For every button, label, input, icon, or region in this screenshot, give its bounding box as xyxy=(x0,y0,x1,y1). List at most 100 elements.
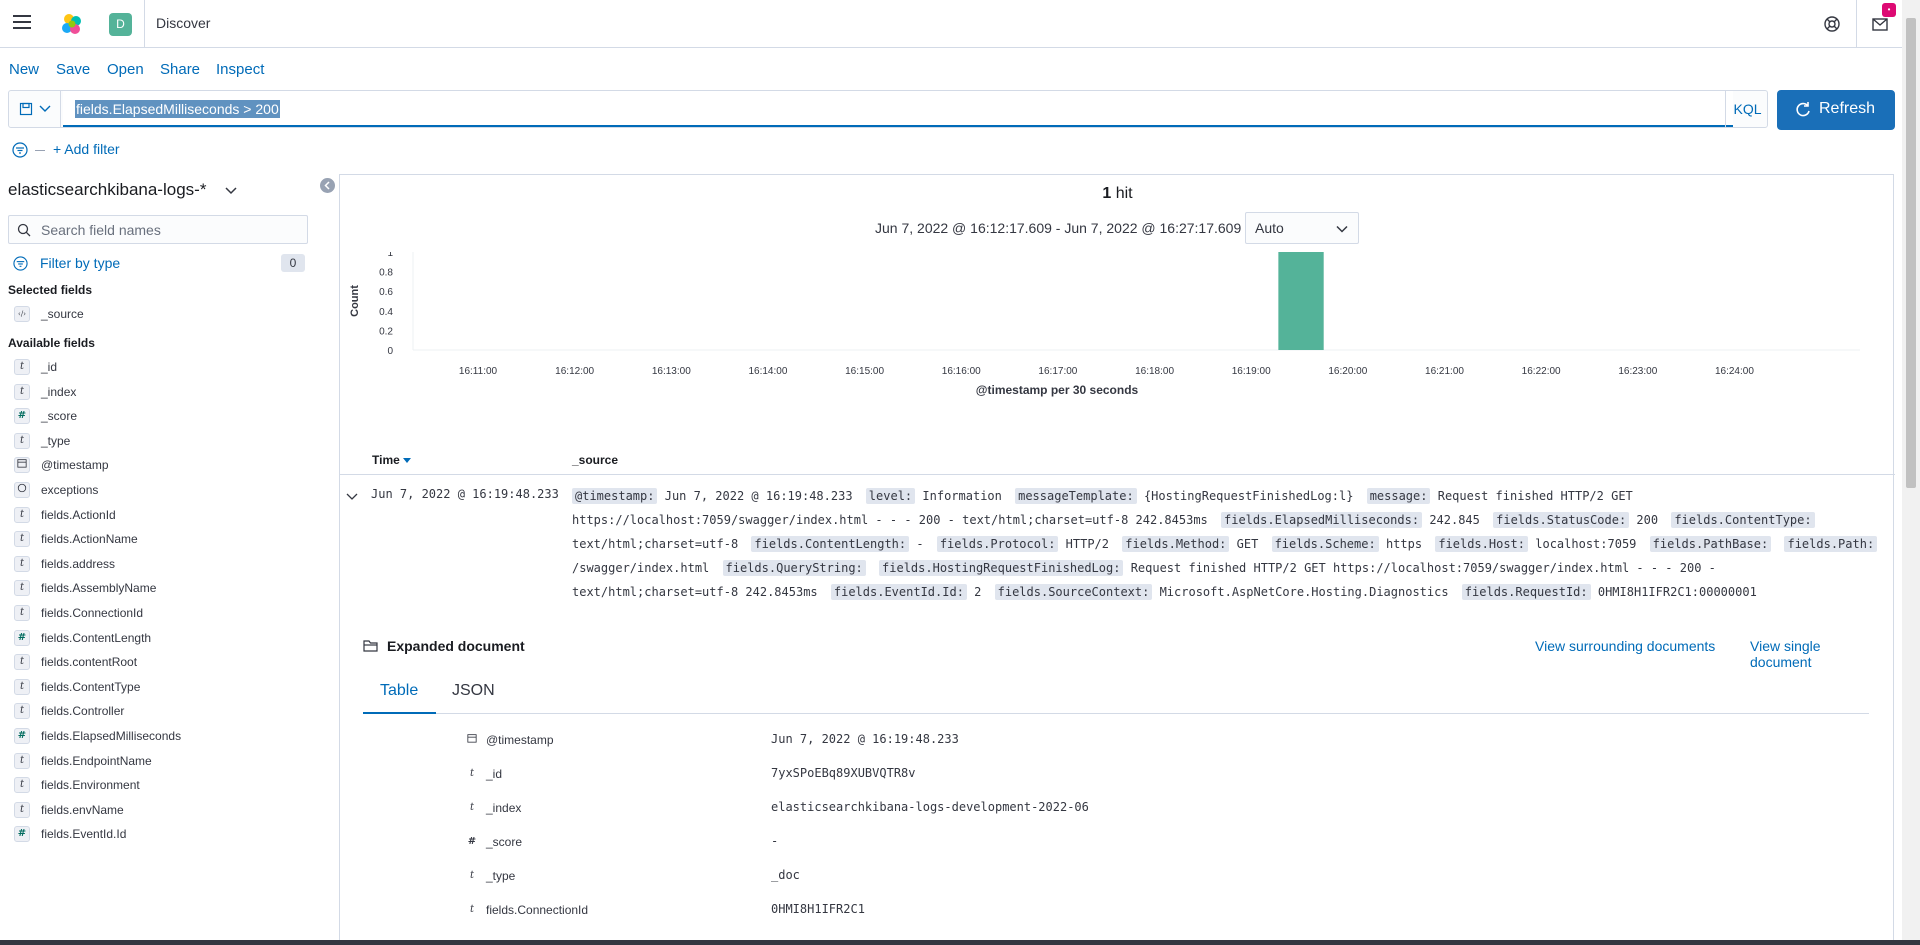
elastic-logo-icon[interactable] xyxy=(60,12,84,36)
field-item[interactable]: t fields.Controller xyxy=(14,700,334,724)
chevron-down-icon[interactable] xyxy=(224,184,238,198)
index-pattern-selector[interactable]: elasticsearchkibana-logs-* xyxy=(8,180,206,200)
field-item[interactable]: t fields.EndpointName xyxy=(14,750,334,774)
source-field-value: text/html;charset=utf-8 xyxy=(572,537,739,551)
add-filter-button[interactable]: + Add filter xyxy=(53,141,120,157)
chevron-down-icon[interactable] xyxy=(345,489,359,503)
field-name: fields.contentRoot xyxy=(41,655,138,670)
source-field-key: fields.QueryString: xyxy=(722,560,866,576)
filter-options-icon[interactable] xyxy=(12,142,28,158)
x-tick-label: 16:23:00 xyxy=(1618,366,1657,377)
y-tick-label: 0.8 xyxy=(379,268,393,279)
field-item[interactable]: # fields.ElapsedMilliseconds xyxy=(14,725,334,749)
source-field-key: fields.ContentLength: xyxy=(751,536,910,552)
doc-field-value: Jun 7, 2022 @ 16:19:48.233 xyxy=(771,732,959,746)
interval-select[interactable]: Auto xyxy=(1245,212,1359,244)
query-text[interactable]: fields.ElapsedMilliseconds > 200 xyxy=(75,100,280,118)
field-item[interactable]: t fields.ConnectionId xyxy=(14,602,334,626)
filter-separator xyxy=(35,150,45,151)
source-field-value: HTTP/2 xyxy=(1065,537,1110,551)
field-item[interactable]: t fields.ActionName xyxy=(14,528,334,552)
save-button[interactable]: Save xyxy=(56,61,90,78)
field-name: _index xyxy=(41,384,77,399)
refresh-button[interactable]: Refresh xyxy=(1777,90,1895,130)
field-item[interactable]: t fields.ActionId xyxy=(14,504,334,528)
string-type-icon: t xyxy=(14,432,30,449)
collapse-sidebar-button[interactable] xyxy=(320,178,335,193)
x-tick-label: 16:24:00 xyxy=(1715,366,1754,377)
field-item[interactable]: t fields.envName xyxy=(14,799,334,823)
doc-field-value: _doc xyxy=(771,868,800,882)
doc-field-name: _score xyxy=(486,835,523,849)
field-name: fields.ActionId xyxy=(41,507,116,522)
discover-main-panel: 1 hit Jun 7, 2022 @ 16:12:17.609 - Jun 7… xyxy=(339,174,1895,945)
tab-table[interactable]: Table xyxy=(380,682,418,700)
column-time-header[interactable]: Time xyxy=(372,453,412,467)
page-scrollbar[interactable] xyxy=(1902,0,1920,945)
top-header: D Discover • xyxy=(0,0,1902,48)
field-item[interactable]: # fields.ContentLength xyxy=(14,627,334,651)
inspect-button[interactable]: Inspect xyxy=(216,61,264,78)
histogram-chart: 0 0.2 0.4 0.6 0.8 1 16:11:00 16:12:00 16:13:00 16… xyxy=(349,252,1860,397)
tab-json[interactable]: JSON xyxy=(452,682,495,700)
field-item[interactable]: t fields.Environment xyxy=(14,774,334,798)
field-item[interactable]: t _id xyxy=(14,356,334,380)
query-input[interactable]: fields.ElapsedMilliseconds > 200 xyxy=(63,91,1733,127)
field-item[interactable]: # fields.EventId.Id xyxy=(14,823,334,847)
field-item[interactable]: t _type xyxy=(14,430,334,454)
field-item[interactable]: exceptions xyxy=(14,479,334,503)
field-item[interactable]: ‹/› _source xyxy=(14,303,334,327)
source-field-value: 0HMI8H1IFR2C1:00000001 xyxy=(1597,585,1757,599)
doc-table-header: Time _source xyxy=(340,445,1895,475)
string-type-icon: t xyxy=(14,605,30,621)
chevron-left-icon xyxy=(324,181,330,190)
share-button[interactable]: Share xyxy=(160,61,200,78)
source-field-key: fields.ElapsedMilliseconds: xyxy=(1221,512,1423,528)
x-tick-label: 16:17:00 xyxy=(1038,366,1077,377)
help-icon[interactable] xyxy=(1820,12,1844,36)
source-field-key: fields.Path: xyxy=(1784,536,1878,552)
source-field-value: {HostingRequestFinishedLog:l} xyxy=(1143,489,1354,503)
string-type-icon: t xyxy=(14,777,30,794)
field-name: fields.ContentLength xyxy=(41,630,152,645)
field-item[interactable]: # _score xyxy=(14,405,334,429)
string-type-icon: t xyxy=(469,904,475,915)
menu-icon[interactable] xyxy=(13,15,31,31)
view-single-link[interactable]: View single document xyxy=(1750,638,1883,670)
open-button[interactable]: Open xyxy=(107,61,144,78)
field-name: fields.ContentType xyxy=(41,679,141,694)
bottom-edge xyxy=(0,940,1920,945)
chevron-down-icon xyxy=(1336,225,1348,233)
field-name: _type xyxy=(41,433,71,448)
doc-field-value: - xyxy=(771,834,779,848)
kql-language-button[interactable]: KQL xyxy=(1725,91,1769,127)
field-search-input[interactable]: Search field names xyxy=(8,215,308,244)
y-tick-label: 0.2 xyxy=(379,326,393,337)
string-type-icon: t xyxy=(14,703,30,720)
source-field-value: 200 xyxy=(1636,513,1659,527)
field-item[interactable]: t fields.ContentType xyxy=(14,676,334,700)
field-item[interactable]: @timestamp xyxy=(14,454,334,478)
scrollbar-thumb[interactable] xyxy=(1906,18,1916,488)
field-name: fields.EndpointName xyxy=(41,753,152,768)
field-name: fields.envName xyxy=(41,802,124,817)
string-type-icon: t xyxy=(469,802,475,813)
folder-open-icon xyxy=(363,640,378,652)
doc-field-row: t fields.ConnectionId 0HMI8H1IFR2C1 xyxy=(465,898,1865,926)
expanded-document-header: Expanded document View surrounding docum… xyxy=(363,637,1883,670)
field-item[interactable]: t fields.contentRoot xyxy=(14,651,334,675)
x-tick-label: 16:19:00 xyxy=(1232,366,1271,377)
source-field-key: fields.Scheme: xyxy=(1271,536,1379,552)
space-avatar[interactable]: D xyxy=(109,13,132,36)
doc-field-value: 7yxSPoEBq89XUBVQTR8v xyxy=(771,766,916,780)
field-item[interactable]: t _index xyxy=(14,381,334,405)
view-surrounding-link[interactable]: View surrounding documents xyxy=(1535,638,1715,654)
filter-by-type-button[interactable]: Filter by type xyxy=(13,255,120,271)
saved-query-button[interactable] xyxy=(9,91,61,127)
string-type-icon: t xyxy=(14,580,30,597)
new-button[interactable]: New xyxy=(9,61,39,78)
field-item[interactable]: t fields.address xyxy=(14,553,334,577)
save-icon xyxy=(19,102,33,116)
field-item[interactable]: t fields.AssemblyName xyxy=(14,577,334,601)
number-type-icon: # xyxy=(14,629,30,646)
